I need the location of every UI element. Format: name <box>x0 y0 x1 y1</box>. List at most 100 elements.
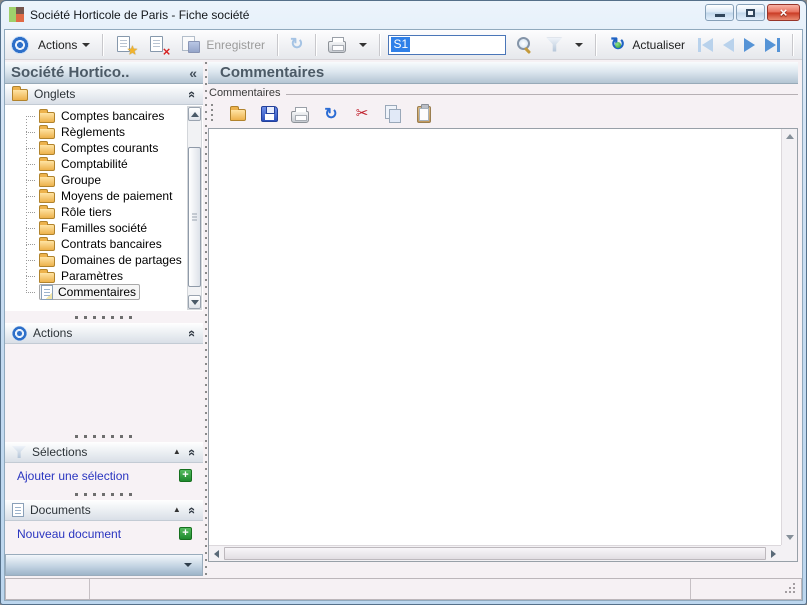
new-document-link[interactable]: Nouveau document <box>17 527 121 541</box>
scrollbar-thumb[interactable] <box>188 147 201 287</box>
actions-bullseye-icon <box>11 36 29 54</box>
filter-dropdown-button[interactable] <box>571 41 587 49</box>
toolbar-drag-handle[interactable] <box>211 104 213 124</box>
scroll-down-button[interactable] <box>786 530 794 545</box>
scrollbar-thumb[interactable] <box>224 547 766 560</box>
tree-item-domaines-de-partages[interactable]: Domaines de partages <box>5 252 187 268</box>
delete-record-button[interactable]: × <box>144 34 172 56</box>
add-selection-link[interactable]: Ajouter une sélection <box>17 469 129 483</box>
collapse-section-icon[interactable]: « <box>185 90 200 97</box>
tree-item-reglements[interactable]: Règlements <box>5 124 187 140</box>
cut-icon: ✂ <box>356 106 369 122</box>
folder-icon <box>39 192 55 203</box>
tree-item-commentaires-selected[interactable]: Commentaires <box>5 284 187 300</box>
section-header-onglets[interactable]: Onglets « <box>5 84 203 105</box>
print-dropdown-button[interactable] <box>355 41 371 49</box>
window-controls: × <box>705 4 800 21</box>
cut-button[interactable]: ✂ <box>351 103 373 125</box>
filter-button[interactable] <box>542 36 566 54</box>
editor-horizontal-scrollbar[interactable] <box>209 545 781 561</box>
add-selection-plus-button[interactable]: + <box>179 469 192 482</box>
comment-toolbar: ↻ ✂ <box>208 100 798 128</box>
search-input[interactable]: S1 <box>388 35 506 55</box>
print-comment-button[interactable] <box>289 103 311 125</box>
open-folder-icon <box>230 109 246 121</box>
document-icon <box>12 503 24 517</box>
actualiser-icon: ↻ <box>608 35 627 54</box>
tree-item-moyens-de-paiement[interactable]: Moyens de paiement <box>5 188 187 204</box>
actions-menu-button[interactable]: Actions <box>34 36 94 54</box>
tree-item-comptes-courants[interactable]: Comptes courants <box>5 140 187 156</box>
scroll-up-button[interactable] <box>786 129 794 144</box>
section-header-documents[interactable]: Documents ▲ « <box>5 500 203 521</box>
save-button[interactable]: Enregistrer <box>177 34 269 55</box>
nav-first-button[interactable] <box>698 38 713 52</box>
new-record-button[interactable]: ★ <box>111 34 139 56</box>
horizontal-splitter[interactable] <box>5 488 203 500</box>
tree-branch <box>26 292 35 293</box>
tree-branch <box>26 164 35 165</box>
tree-item-contrats-bancaires[interactable]: Contrats bancaires <box>5 236 187 252</box>
scroll-down-button[interactable] <box>188 295 201 309</box>
onglets-tree: Comptes bancaires Règlements Comptes cou… <box>5 105 203 311</box>
editor-vertical-scrollbar[interactable] <box>781 129 797 545</box>
new-document-plus-button[interactable]: + <box>179 527 192 540</box>
tree-item-label: Paramètres <box>61 269 123 283</box>
horizontal-splitter[interactable] <box>5 311 203 323</box>
refresh-icon: ↻ <box>290 36 303 53</box>
collapse-section-icon[interactable]: « <box>185 448 200 455</box>
print-button[interactable] <box>324 34 350 55</box>
section-header-actions[interactable]: Actions « <box>5 323 203 344</box>
maximize-button[interactable] <box>736 4 765 21</box>
search-button[interactable] <box>511 34 537 56</box>
collapse-section-icon[interactable]: « <box>185 506 200 513</box>
scroll-left-button[interactable] <box>209 550 224 558</box>
actualiser-button[interactable]: ↻ Actualiser <box>604 33 689 56</box>
collapse-panel-icon[interactable]: « <box>189 65 197 81</box>
left-panel-bottom-bar[interactable] <box>5 554 203 576</box>
refresh-button[interactable]: ↻ <box>286 34 307 55</box>
selections-section-label: Sélections <box>32 445 87 459</box>
commentaires-groupbox-label: Commentaires <box>208 86 798 100</box>
tree-branch <box>26 148 35 149</box>
chevron-down-icon <box>575 43 583 47</box>
minimize-button[interactable] <box>705 4 734 21</box>
scroll-right-button[interactable] <box>766 550 781 558</box>
tree-branch <box>26 180 35 181</box>
scroll-section-up-icon[interactable]: ▲ <box>173 448 181 456</box>
scroll-up-button[interactable] <box>188 107 201 121</box>
tree-item-comptabilite[interactable]: Comptabilité <box>5 156 187 172</box>
resize-grip[interactable] <box>785 583 797 595</box>
main-panel-header: Commentaires <box>208 62 798 84</box>
filter-icon <box>12 446 26 458</box>
documents-section-label: Documents <box>30 503 91 517</box>
nav-last-button[interactable] <box>765 38 780 52</box>
close-button[interactable]: × <box>767 4 800 21</box>
open-button[interactable] <box>227 103 249 125</box>
window-title: Société Horticole de Paris - Fiche socié… <box>30 8 699 22</box>
section-header-selections[interactable]: Sélections ▲ « <box>5 442 203 463</box>
tree-item-familles-societe[interactable]: Familles société <box>5 220 187 236</box>
paste-button[interactable] <box>413 103 435 125</box>
scroll-section-up-icon[interactable]: ▲ <box>173 506 181 514</box>
search-icon <box>515 36 533 54</box>
tree-item-comptes-bancaires[interactable]: Comptes bancaires <box>5 108 187 124</box>
horizontal-splitter[interactable] <box>5 430 203 442</box>
tree-item-parametres[interactable]: Paramètres <box>5 268 187 284</box>
tree-item-role-tiers[interactable]: Rôle tiers <box>5 204 187 220</box>
save-comment-button[interactable] <box>258 103 280 125</box>
close-icon: × <box>780 6 788 19</box>
refresh-comment-button[interactable]: ↻ <box>320 103 342 125</box>
comment-editor[interactable] <box>209 129 781 545</box>
tree-item-groupe[interactable]: Groupe <box>5 172 187 188</box>
folder-icon <box>39 256 55 267</box>
folder-icon <box>39 240 55 251</box>
folder-icon <box>39 176 55 187</box>
tree-scrollbar[interactable] <box>187 106 202 310</box>
nav-previous-button[interactable] <box>723 38 734 52</box>
nav-next-button[interactable] <box>744 38 755 52</box>
actions-bullseye-icon <box>12 326 27 341</box>
copy-button[interactable] <box>382 103 404 125</box>
collapse-section-icon[interactable]: « <box>185 329 200 336</box>
filter-icon <box>546 38 562 52</box>
